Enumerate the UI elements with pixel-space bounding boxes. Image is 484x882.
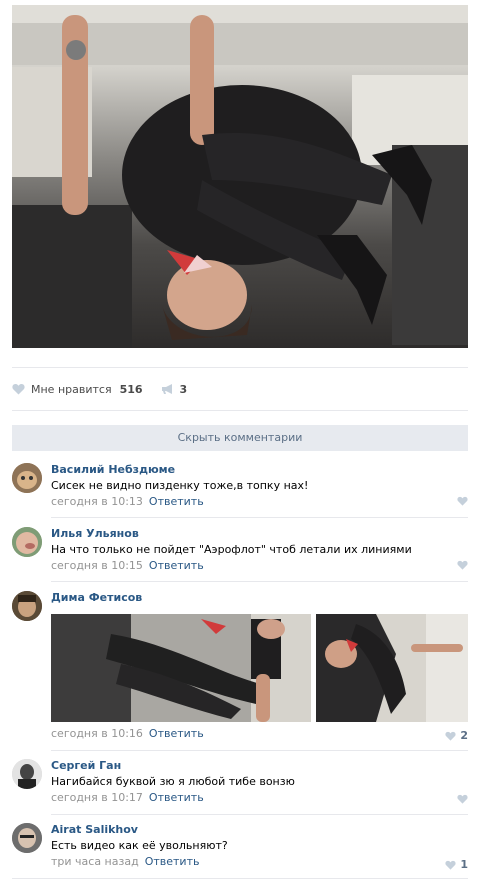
reply-button[interactable]: Ответить	[149, 727, 204, 740]
reply-button[interactable]: Ответить	[149, 559, 204, 572]
post-actions: Мне нравится 516 3	[12, 380, 187, 398]
megaphone-icon	[161, 384, 172, 394]
comment-text: Нагибайся буквой зю я любой тибе вонзю	[51, 775, 295, 788]
avatar-image	[12, 759, 42, 789]
comment-meta: сегодня в 10:13 Ответить	[51, 494, 468, 510]
comment: Airat Salikhov Есть видео как её увольня…	[12, 822, 468, 874]
divider	[12, 410, 468, 411]
divider	[51, 517, 468, 518]
comment-meta: сегодня в 10:17 Ответить	[51, 790, 468, 806]
comment-time[interactable]: сегодня в 10:15	[51, 559, 143, 572]
avatar-image	[12, 823, 42, 853]
like-button[interactable]: Мне нравится 516	[12, 383, 143, 396]
reply-button[interactable]: Ответить	[149, 791, 204, 804]
divider	[51, 581, 468, 582]
comment-time[interactable]: сегодня в 10:16	[51, 727, 143, 740]
comment-photo[interactable]	[51, 614, 311, 722]
comment-text: Есть видео как её увольняют?	[51, 839, 228, 852]
comment-author[interactable]: Дима Фетисов	[51, 590, 468, 606]
hide-comments-button[interactable]: Скрыть комментарии	[12, 425, 468, 451]
like-count: 516	[119, 382, 143, 396]
heart-icon	[457, 560, 468, 570]
heart-icon	[445, 731, 456, 741]
comment: Дима Фетисов сегодня в 10:16 Ответить 2	[12, 590, 468, 742]
avatar-image	[12, 527, 42, 557]
post-photo[interactable]	[12, 5, 468, 348]
avatar[interactable]	[12, 463, 42, 493]
share-count: 3	[179, 382, 188, 396]
comment-like-count: 2	[460, 729, 468, 742]
avatar[interactable]	[12, 823, 42, 853]
comment-author[interactable]: Василий Небздюме	[51, 462, 468, 478]
avatar-image	[12, 463, 42, 493]
post-photo-illustration	[12, 5, 468, 348]
comment-author[interactable]: Илья Ульянов	[51, 526, 468, 542]
heart-icon	[12, 383, 25, 395]
comment-time[interactable]: сегодня в 10:13	[51, 495, 143, 508]
comment-like-count: 1	[460, 858, 468, 871]
comment-meta: три часа назад Ответить	[51, 854, 468, 870]
comment-like-button[interactable]: 1	[445, 858, 468, 871]
comment-like-button[interactable]	[457, 496, 468, 506]
divider	[51, 814, 468, 815]
divider	[51, 750, 468, 751]
avatar[interactable]	[12, 759, 42, 789]
comment-like-button[interactable]	[457, 560, 468, 570]
reply-button[interactable]: Ответить	[149, 495, 204, 508]
comment-text: Сисек не видно пизденку тоже,в топку нах…	[51, 479, 309, 492]
like-label: Мне нравится	[31, 382, 112, 396]
avatar[interactable]	[12, 527, 42, 557]
comment-author[interactable]: Сергей Ган	[51, 758, 468, 774]
avatar-image	[12, 591, 42, 621]
comment-author[interactable]: Airat Salikhov	[51, 822, 468, 838]
comment-photo-image	[316, 614, 468, 722]
reply-button[interactable]: Ответить	[145, 855, 200, 868]
comment: Илья Ульянов На что только не пойдет "Аэ…	[12, 526, 468, 578]
comment-photo-image	[51, 614, 311, 722]
comment-like-button[interactable]	[457, 794, 468, 804]
comment-text: На что только не пойдет "Аэрофлот" чтоб …	[51, 543, 412, 556]
comment: Василий Небздюме Сисек не видно пизденку…	[12, 462, 468, 514]
comment-time[interactable]: сегодня в 10:17	[51, 791, 143, 804]
comment-time[interactable]: три часа назад	[51, 855, 139, 868]
comment: Сергей Ган Нагибайся буквой зю я любой т…	[12, 758, 468, 810]
avatar[interactable]	[12, 591, 42, 621]
heart-icon	[457, 496, 468, 506]
comment-meta: сегодня в 10:15 Ответить	[51, 558, 468, 574]
comment-photo[interactable]	[316, 614, 468, 722]
heart-icon	[457, 794, 468, 804]
divider	[12, 878, 468, 879]
comment-like-button[interactable]: 2	[445, 729, 468, 742]
comment-meta: сегодня в 10:16 Ответить	[51, 726, 468, 742]
heart-icon	[445, 860, 456, 870]
share-button[interactable]: 3	[161, 382, 188, 396]
divider	[12, 367, 468, 368]
